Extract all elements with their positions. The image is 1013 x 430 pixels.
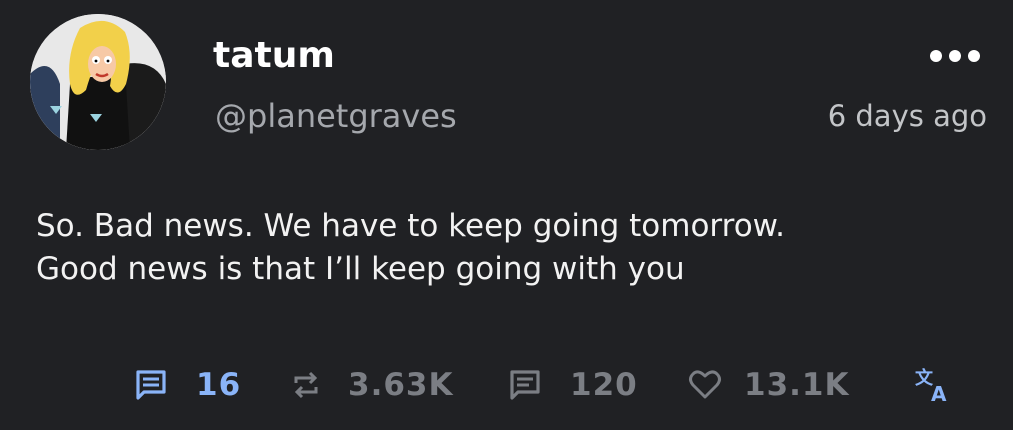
- post-actions-bar: 16 3.63K 120 13.1K 文 A: [0, 360, 1013, 410]
- author-avatar[interactable]: [30, 14, 166, 150]
- more-dot: [930, 50, 942, 62]
- svg-text:A: A: [931, 382, 947, 404]
- more-dot: [968, 50, 980, 62]
- like-button[interactable]: 13.1K: [688, 360, 850, 410]
- quote-icon: [510, 370, 540, 400]
- post-text: So. Bad news. We have to keep going tomo…: [36, 205, 986, 291]
- post-text-line: So. Bad news. We have to keep going tomo…: [36, 208, 786, 244]
- heart-icon: [689, 370, 721, 399]
- translate-icon: 文 A: [915, 367, 947, 404]
- author-display-name[interactable]: tatum: [213, 34, 335, 78]
- like-count: 13.1K: [744, 367, 850, 403]
- comment-count: 16: [196, 367, 242, 403]
- more-options-button[interactable]: [930, 44, 980, 68]
- author-handle[interactable]: @planetgraves: [215, 96, 457, 136]
- more-dot: [949, 50, 961, 62]
- quote-count: 120: [570, 367, 638, 403]
- comment-button[interactable]: 16: [134, 360, 241, 410]
- repost-count: 3.63K: [348, 367, 454, 403]
- avatar-image: [30, 14, 166, 150]
- post-text-line: Good news is that I’ll keep going with y…: [36, 251, 685, 287]
- quote-button[interactable]: 120: [508, 360, 638, 410]
- repost-icon: [294, 371, 318, 399]
- comment-icon: [136, 370, 166, 400]
- repost-button[interactable]: 3.63K: [290, 360, 454, 410]
- translate-button[interactable]: 文 A: [914, 360, 952, 410]
- post-timestamp[interactable]: 6 days ago: [828, 96, 987, 136]
